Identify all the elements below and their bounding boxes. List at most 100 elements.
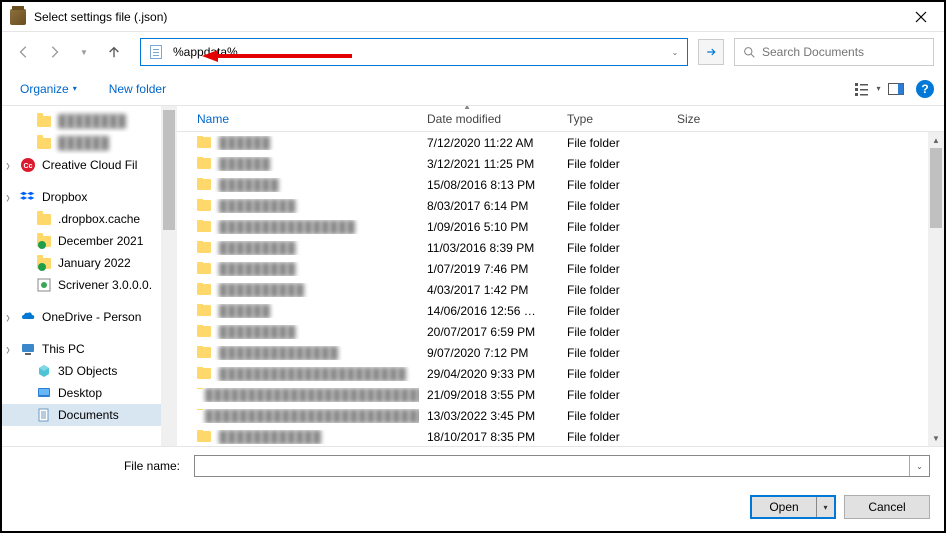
tree-item[interactable]: 3D Objects (2, 360, 177, 382)
bottom-panel: File name: ⌄ Open ▾ Cancel (2, 446, 944, 529)
scroll-down-icon[interactable]: ▼ (928, 430, 944, 446)
new-folder-button[interactable]: New folder (101, 78, 174, 100)
3d-objects-icon (36, 363, 52, 379)
chevron-down-icon: ⌄ (672, 48, 679, 57)
recent-drop[interactable]: ▼ (72, 40, 96, 64)
file-list[interactable]: Name ▲ Date modified Type Size ██████7/1… (177, 106, 944, 446)
tree-item[interactable]: ████████ (2, 110, 177, 132)
expander-icon[interactable]: › (6, 307, 10, 327)
file-row[interactable]: ██████14/06/2016 12:56 …File folder (177, 300, 944, 321)
tree-item[interactable]: Documents (2, 404, 177, 426)
up-button[interactable] (102, 40, 126, 64)
file-row[interactable]: ████████████████████████████████13/03/20… (177, 405, 944, 426)
file-type: File folder (559, 367, 669, 381)
address-input[interactable] (169, 43, 665, 61)
file-row[interactable]: █████████11/03/2016 8:39 PMFile folder (177, 237, 944, 258)
address-bar[interactable]: ⌄ (140, 38, 688, 66)
folder-icon (197, 347, 211, 358)
address-drop[interactable]: ⌄ (665, 48, 685, 57)
file-name: █████████ (219, 241, 296, 255)
file-name: ███████ (219, 178, 279, 192)
close-button[interactable] (898, 2, 944, 32)
tree-item-label: Creative Cloud Fil (42, 158, 137, 172)
filename-label: File name: (16, 459, 186, 473)
file-row[interactable]: ████████████████1/09/2016 5:10 PMFile fo… (177, 216, 944, 237)
tree-item[interactable]: ›Dropbox (2, 186, 177, 208)
file-row[interactable]: ██████████████████████████████21/09/2018… (177, 384, 944, 405)
file-date: 21/09/2018 3:55 PM (419, 388, 559, 402)
chevron-down-icon: ▾ (73, 84, 77, 93)
folder-tree[interactable]: ██████████████›CcCreative Cloud Fil›Drop… (2, 106, 177, 446)
organize-button[interactable]: Organize ▾ (12, 78, 85, 100)
col-name-header[interactable]: Name ▲ (189, 112, 419, 126)
tree-item-label: ████████ (58, 114, 126, 128)
file-row[interactable]: █████████20/07/2017 6:59 PMFile folder (177, 321, 944, 342)
folder-icon (197, 305, 211, 316)
filename-combo[interactable]: ⌄ (194, 455, 930, 477)
file-row[interactable]: ██████████████████████29/04/2020 9:33 PM… (177, 363, 944, 384)
file-name: ██████████ (219, 283, 304, 297)
col-type-header[interactable]: Type (559, 112, 669, 126)
preview-pane-button[interactable] (882, 77, 910, 101)
file-date: 13/03/2022 3:45 PM (419, 409, 559, 423)
filename-drop[interactable]: ⌄ (909, 456, 929, 476)
tree-item[interactable]: December 2021 (2, 230, 177, 252)
tree-item[interactable]: Scrivener 3.0.0.0. (2, 274, 177, 296)
file-row[interactable]: █████████8/03/2017 6:14 PMFile folder (177, 195, 944, 216)
scroll-thumb[interactable] (163, 110, 175, 230)
scroll-up-icon[interactable]: ▲ (928, 132, 944, 148)
folder-icon (197, 158, 211, 169)
file-date: 29/04/2020 9:33 PM (419, 367, 559, 381)
file-type: File folder (559, 199, 669, 213)
file-row[interactable]: ██████████4/03/2017 1:42 PMFile folder (177, 279, 944, 300)
tree-item[interactable]: Desktop (2, 382, 177, 404)
col-date-header[interactable]: Date modified (419, 112, 559, 126)
arrow-left-icon (17, 45, 31, 59)
tree-item-label: .dropbox.cache (58, 212, 140, 226)
back-button[interactable] (12, 40, 36, 64)
arrow-right-icon (705, 46, 717, 58)
expander-icon[interactable]: › (6, 155, 10, 175)
tree-item[interactable]: .dropbox.cache (2, 208, 177, 230)
file-row[interactable]: ███████15/08/2016 8:13 PMFile folder (177, 174, 944, 195)
tree-item[interactable]: ›This PC (2, 338, 177, 360)
tree-scrollbar[interactable] (161, 106, 177, 446)
filename-input[interactable] (195, 457, 909, 475)
folder-sync-icon (36, 233, 52, 249)
preview-pane-icon (888, 83, 904, 95)
help-button[interactable]: ? (916, 80, 934, 98)
search-box[interactable] (734, 38, 934, 66)
file-type: File folder (559, 346, 669, 360)
open-button[interactable]: Open ▾ (750, 495, 836, 519)
col-size-header[interactable]: Size (669, 112, 749, 126)
expander-icon[interactable]: › (6, 339, 10, 359)
cancel-button[interactable]: Cancel (844, 495, 930, 519)
file-type: File folder (559, 409, 669, 423)
expander-icon[interactable]: › (6, 187, 10, 207)
toolbar: Organize ▾ New folder ▾ ? (2, 72, 944, 106)
tree-item[interactable]: ›CcCreative Cloud Fil (2, 154, 177, 176)
file-row[interactable]: █████████1/07/2019 7:46 PMFile folder (177, 258, 944, 279)
view-button[interactable]: ▾ (854, 77, 882, 101)
scroll-thumb[interactable] (930, 148, 942, 228)
file-list-header[interactable]: Name ▲ Date modified Type Size (177, 106, 944, 132)
tree-item[interactable]: ›OneDrive - Person (2, 306, 177, 328)
file-row[interactable]: ██████3/12/2021 11:25 PMFile folder (177, 153, 944, 174)
sort-asc-icon: ▲ (463, 106, 471, 111)
tree-item[interactable]: ██████ (2, 132, 177, 154)
file-row[interactable]: ██████████████9/07/2020 7:12 PMFile fold… (177, 342, 944, 363)
file-date: 7/12/2020 11:22 AM (419, 136, 559, 150)
scrivener-icon (36, 277, 52, 293)
tree-item[interactable]: January 2022 (2, 252, 177, 274)
file-row[interactable]: ██████7/12/2020 11:22 AMFile folder (177, 132, 944, 153)
file-date: 4/03/2017 1:42 PM (419, 283, 559, 297)
go-button[interactable] (698, 39, 724, 65)
help-icon: ? (921, 82, 928, 96)
file-list-scrollbar[interactable]: ▲ ▼ (928, 132, 944, 446)
open-split[interactable]: ▾ (816, 497, 834, 517)
organize-label: Organize (20, 82, 69, 96)
search-input[interactable] (762, 45, 925, 59)
file-row[interactable]: ████████████18/10/2017 8:35 PMFile folde… (177, 426, 944, 446)
documents-icon (36, 407, 52, 423)
forward-button[interactable] (42, 40, 66, 64)
